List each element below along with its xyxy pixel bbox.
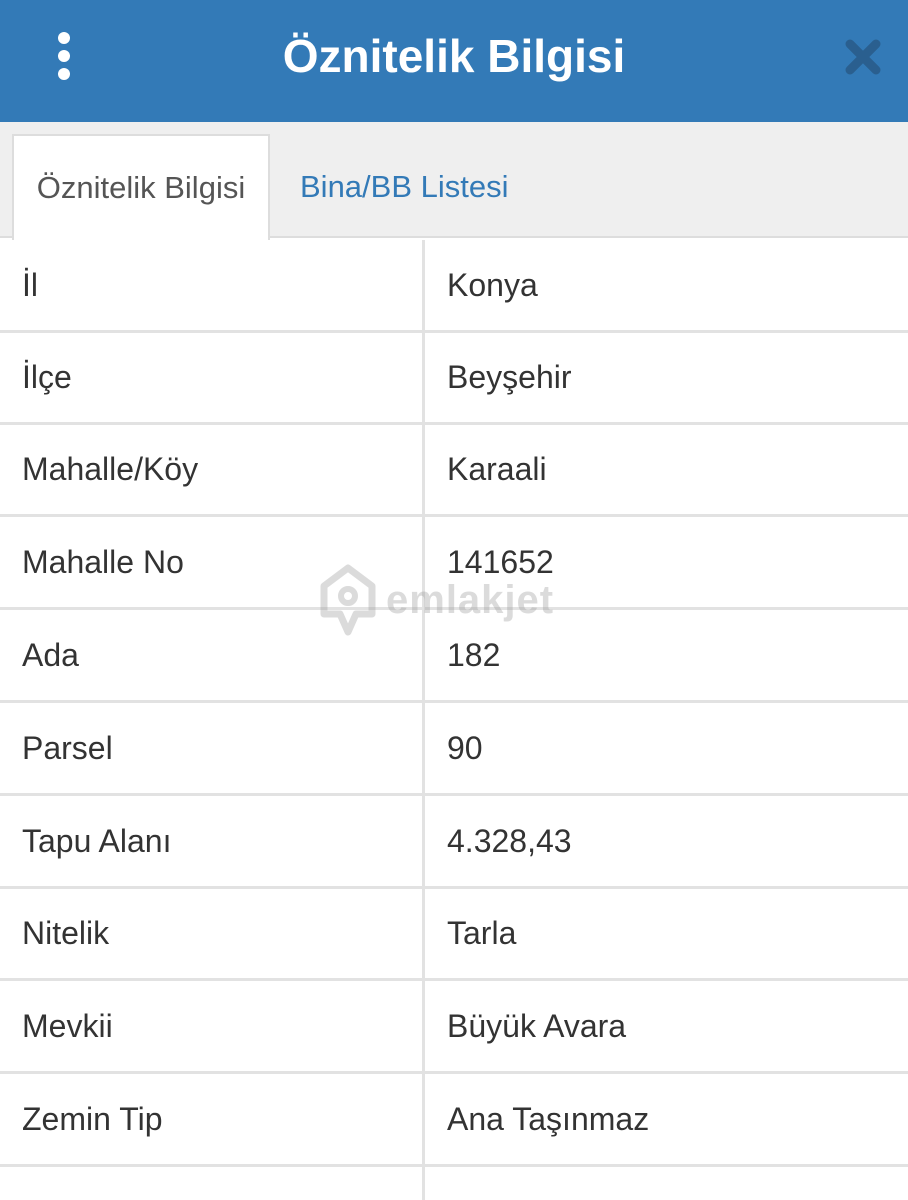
row-key: Mahalle/Köy	[22, 450, 199, 487]
table-row: Tapu Alanı 4.328,43	[0, 796, 908, 889]
row-value: Tarla	[447, 914, 517, 951]
table-row	[0, 1167, 908, 1200]
watermark-text: emlakjet	[386, 577, 555, 622]
table-row: Parsel 90	[0, 703, 908, 796]
row-value: Ana Taşınmaz	[447, 1100, 650, 1137]
table-row: Nitelik Tarla	[0, 888, 908, 981]
row-value: Beyşehir	[447, 358, 572, 395]
tab-bar: Öznitelik Bilgisi Bina/BB Listesi	[0, 122, 908, 240]
row-value: Karaali	[447, 450, 547, 487]
close-icon[interactable]	[842, 36, 884, 78]
table-row: İlçe Beyşehir	[0, 332, 908, 425]
row-key	[22, 1167, 422, 1200]
table-row: Mevkii Büyük Avara	[0, 981, 908, 1074]
attribute-table: İl Konya İlçe Beyşehir Mahalle/Köy Karaa…	[0, 240, 908, 1200]
row-key: Parsel	[22, 729, 113, 766]
row-value: 90	[447, 729, 483, 766]
column-divider	[422, 240, 425, 1200]
app-header: Öznitelik Bilgisi	[0, 0, 908, 122]
table-row: İl Konya	[0, 240, 908, 333]
row-value: 4.328,43	[447, 822, 572, 859]
row-key: Mevkii	[22, 1007, 113, 1044]
row-value: Konya	[447, 266, 538, 303]
home-pin-logo-icon	[320, 564, 376, 636]
table-row: Zemin Tip Ana Taşınmaz	[0, 1074, 908, 1167]
row-key: Tapu Alanı	[22, 822, 172, 859]
row-key: Zemin Tip	[22, 1100, 163, 1137]
table-row: Mahalle/Köy Karaali	[0, 424, 908, 517]
row-key: İlçe	[22, 358, 72, 395]
row-value: Büyük Avara	[447, 1007, 627, 1044]
page-title: Öznitelik Bilgisi	[282, 30, 626, 82]
tab-bina-bb-listesi[interactable]: Bina/BB Listesi	[300, 134, 509, 240]
watermark: emlakjet	[318, 562, 598, 638]
tab-oznitelik-bilgisi[interactable]: Öznitelik Bilgisi	[12, 134, 270, 240]
row-key: Nitelik	[22, 914, 110, 951]
row-value	[447, 1167, 907, 1200]
row-key: İl	[22, 266, 38, 303]
